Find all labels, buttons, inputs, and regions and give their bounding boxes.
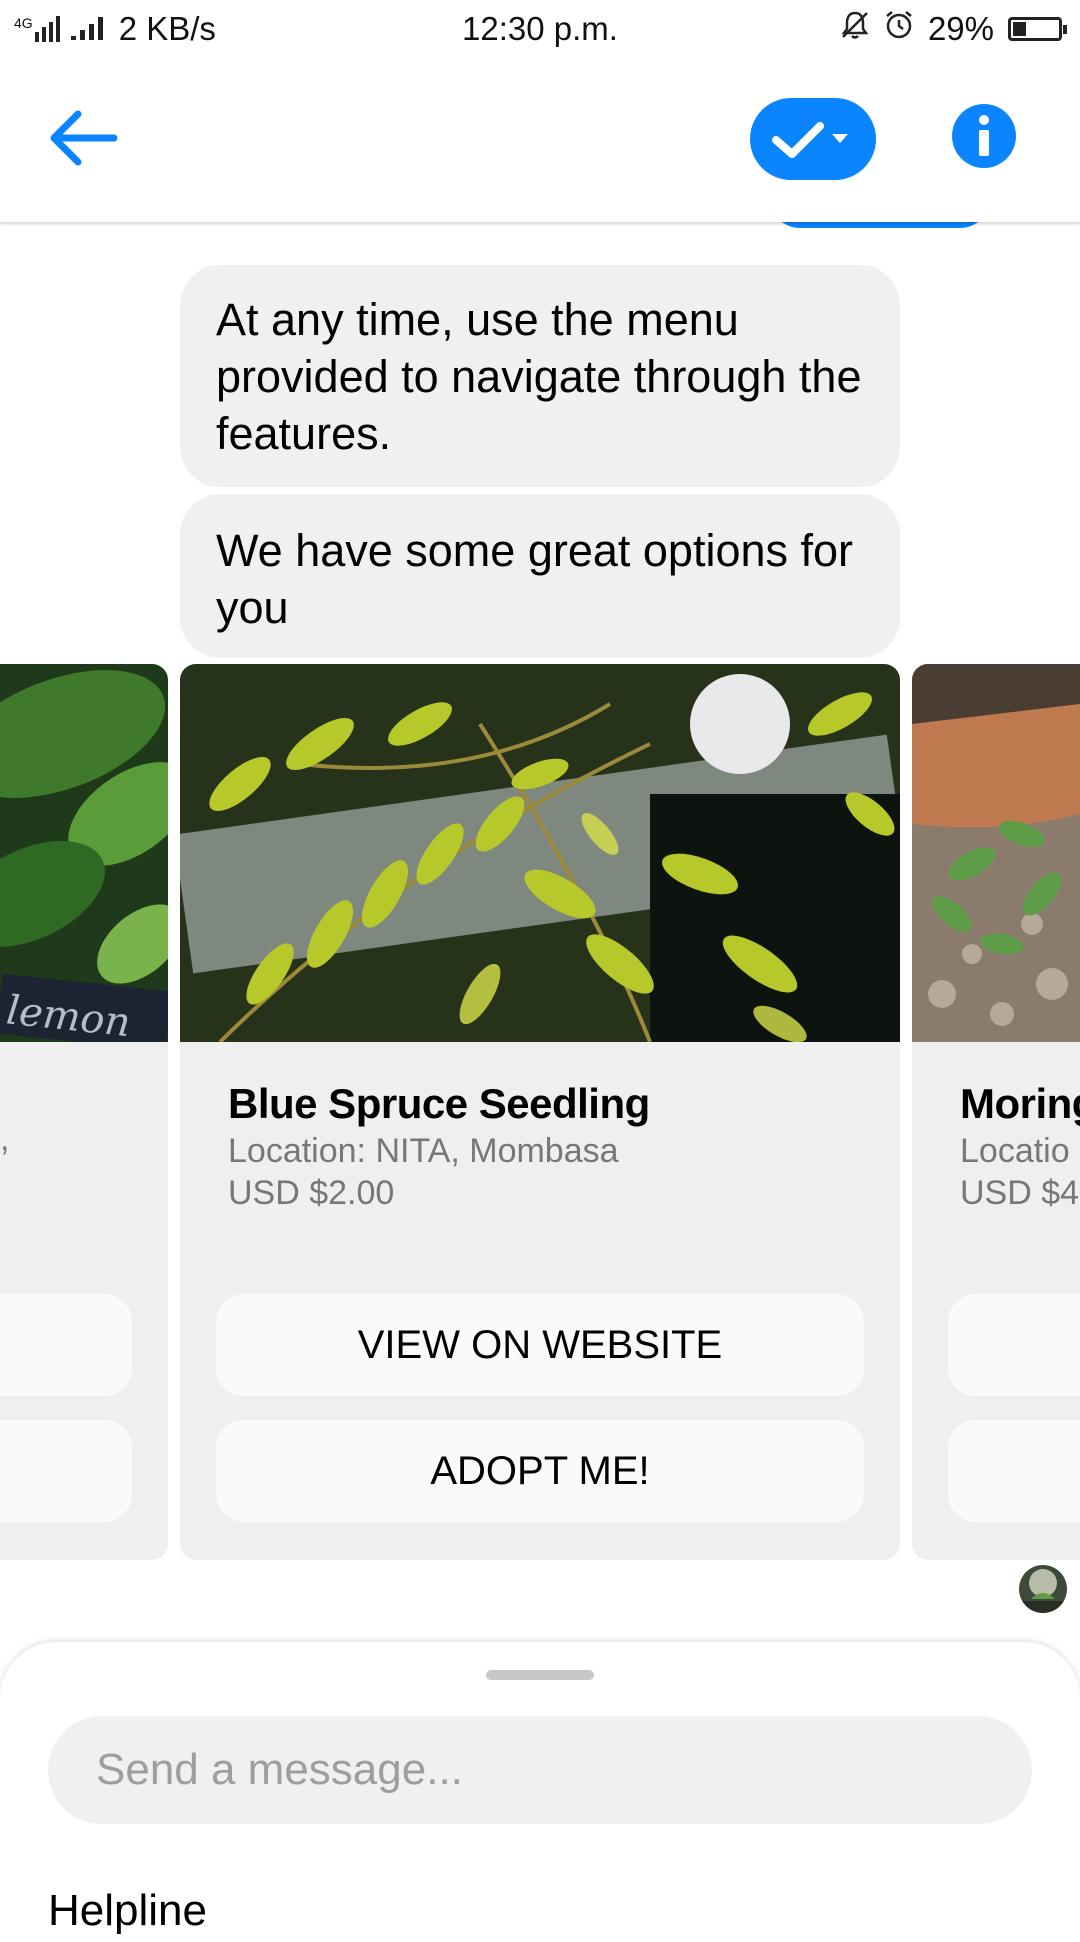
product-title: Moring (960, 1080, 1080, 1127)
info-button[interactable] (952, 104, 1016, 168)
composer-sheet: Helpline (0, 1642, 1080, 1942)
card-text-fragment: , (0, 1120, 10, 1158)
product-card-next[interactable]: Moring Locatio USD $4 (912, 664, 1080, 1560)
view-on-website-button[interactable]: VIEW ON WEBSITE (216, 1294, 864, 1396)
back-button[interactable] (44, 100, 124, 180)
alarm-icon (884, 10, 914, 48)
back-arrow-icon (50, 110, 118, 166)
menu-item-helpline[interactable]: Helpline (48, 1886, 207, 1936)
card-button[interactable] (948, 1420, 1080, 1522)
status-dropdown-button[interactable] (750, 98, 876, 180)
product-card-previous[interactable]: lemon , (0, 664, 168, 1560)
product-image-lemon: lemon (0, 664, 168, 1042)
product-title: Blue Spruce Seedling (228, 1080, 650, 1127)
drag-handle[interactable] (486, 1670, 594, 1680)
message-input[interactable] (48, 1716, 1032, 1824)
product-card[interactable]: Blue Spruce Seedling Location: NITA, Mom… (180, 664, 900, 1560)
avatar (1019, 1565, 1067, 1613)
product-price: USD $4 (960, 1174, 1080, 1212)
product-image (180, 664, 900, 1042)
product-price: USD $2.00 (228, 1174, 395, 1212)
battery-icon (1008, 17, 1067, 41)
adopt-me-button[interactable]: ADOPT ME! (216, 1420, 864, 1522)
card-button[interactable] (0, 1420, 132, 1522)
product-location: Location: NITA, Mombasa (228, 1132, 619, 1170)
status-right: 29% (840, 10, 1067, 48)
card-button[interactable] (948, 1294, 1080, 1396)
bot-message: We have some great options for you (180, 494, 900, 658)
info-icon (979, 115, 989, 156)
battery-percent: 29% (927, 10, 994, 47)
bot-message: At any time, use the menu provided to na… (180, 265, 900, 487)
top-bar (0, 56, 1080, 222)
status-bar: 4G 2 KB/s 12:30 p.m. 29% (0, 0, 1080, 56)
product-location: Locatio (960, 1132, 1070, 1170)
product-image-moringa (912, 664, 1080, 1042)
checkmark-dropdown-icon (772, 122, 848, 158)
bell-muted-icon (840, 10, 870, 48)
card-button[interactable] (0, 1294, 132, 1396)
battery-fill (1013, 22, 1026, 36)
